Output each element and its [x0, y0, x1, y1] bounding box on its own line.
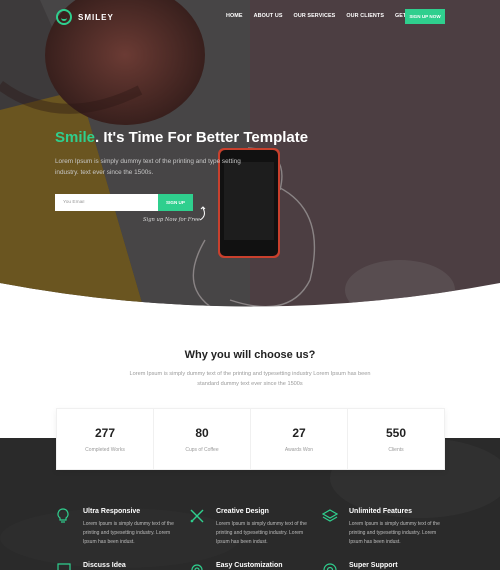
- stat-label: Cups of Coffee: [185, 446, 219, 453]
- support-icon: [323, 563, 337, 570]
- stat-awards-won: 27 Awards Won: [251, 409, 348, 469]
- pencil-ruler-icon: [190, 509, 204, 523]
- feature-title: Creative Design: [216, 508, 269, 515]
- feature-description: Lorem Ipsum is simply dummy text of the …: [349, 521, 440, 546]
- why-section-title: Why you will choose us?: [184, 349, 316, 361]
- stat-label: Completed Works: [85, 446, 125, 453]
- feature-description: Lorem Ipsum is simply dummy text of the …: [83, 521, 174, 546]
- email-input[interactable]: [55, 194, 158, 211]
- settings-icon: [191, 564, 203, 570]
- signup-note: Sign up Now for Free: [143, 217, 200, 223]
- nav-item-our-services[interactable]: OUR SERVICES: [294, 13, 336, 19]
- signup-form: SIGN UP: [55, 194, 193, 211]
- hero-title-rest: . It's Time For Better Template: [95, 129, 309, 146]
- feature-title: Easy Customization: [216, 562, 283, 569]
- stat-completed-works: 277 Completed Works: [57, 409, 154, 469]
- why-section-description: Lorem Ipsum is simply dummy text of the …: [129, 371, 371, 387]
- signup-button[interactable]: SIGN UP: [158, 194, 193, 211]
- nav-item-our-clients[interactable]: OUR CLIENTS: [346, 13, 384, 19]
- feature-title: Super Support: [349, 562, 398, 569]
- stat-clients: 550 Clients: [348, 409, 444, 469]
- stats-card: 277 Completed Works 80 Cups of Coffee 27…: [56, 408, 445, 470]
- hero-description: Lorem Ipsum is simply dummy text of the …: [55, 158, 241, 176]
- feature-title: Ultra Responsive: [83, 508, 141, 515]
- top-nav: SMILEY HOME ABOUT US OUR SERVICES OUR CL…: [0, 0, 500, 34]
- smiley-logo-icon: [56, 9, 72, 25]
- stat-label: Awards Won: [284, 446, 314, 453]
- hero-section: SMILEY HOME ABOUT US OUR SERVICES OUR CL…: [0, 0, 500, 330]
- stat-value: 550: [385, 425, 407, 440]
- stat-value: 27: [292, 425, 306, 440]
- stat-value: 277: [94, 425, 116, 440]
- nav-item-home[interactable]: HOME: [226, 13, 243, 19]
- hero-title: Smile. It's Time For Better Template: [55, 129, 308, 146]
- stat-cups-of-coffee: 80 Cups of Coffee: [154, 409, 251, 469]
- feature-description: Lorem Ipsum is simply dummy text of the …: [216, 521, 307, 546]
- layers-icon: [322, 509, 338, 522]
- sign-up-now-button[interactable]: SIGN UP NOW: [405, 9, 445, 24]
- brand-logo[interactable]: SMILEY: [56, 9, 114, 25]
- chat-icon: [57, 563, 71, 570]
- feature-title: Discuss Idea: [83, 562, 126, 569]
- brand-name: SMILEY: [78, 12, 114, 22]
- feature-title: Unlimited Features: [349, 508, 413, 515]
- hero-title-accent: Smile: [55, 129, 96, 146]
- lightbulb-icon: [57, 508, 69, 523]
- nav-item-about-us[interactable]: ABOUT US: [254, 13, 283, 19]
- stat-value: 80: [195, 425, 209, 440]
- stat-label: Clients: [388, 446, 404, 453]
